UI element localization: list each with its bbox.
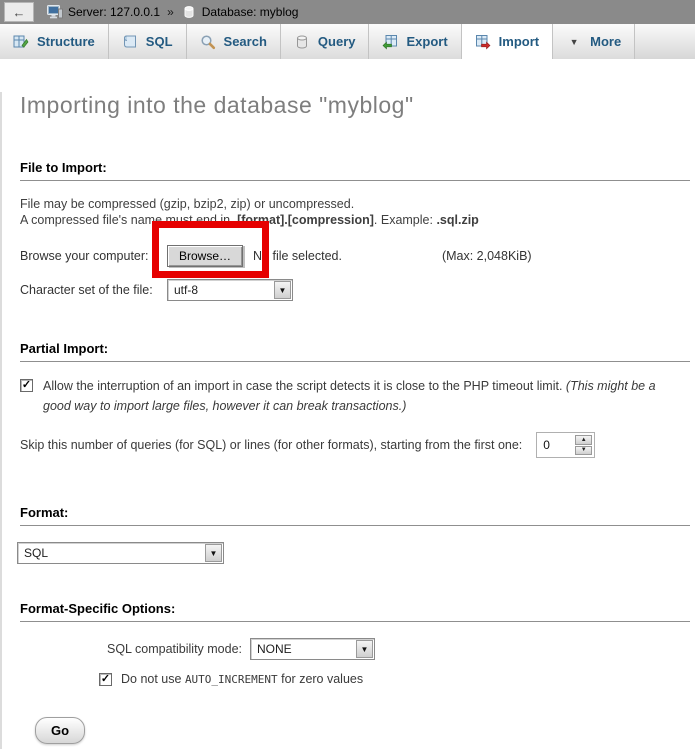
skip-row: Skip this number of queries (for SQL) or… [20, 432, 695, 458]
browse-button[interactable]: Browse… [167, 245, 243, 267]
naming-rule-prefix: A compressed file's name must end in [20, 213, 234, 227]
structure-icon [13, 34, 29, 50]
charset-select[interactable]: utf-8 ▼ [167, 279, 293, 301]
autoinc-text: Do not use AUTO_INCREMENT for zero value… [121, 672, 363, 686]
interrupt-checkbox[interactable]: ✓ [20, 379, 33, 392]
tab-structure[interactable]: Structure [0, 24, 109, 59]
breadcrumb-database-link[interactable]: Database: myblog [202, 5, 299, 19]
tab-import[interactable]: Import [462, 24, 553, 59]
phpmyadmin-import-page: { "breadcrumb": { "back_label": "←", "se… [0, 0, 695, 716]
format-select-value: SQL [18, 546, 204, 560]
tab-sql[interactable]: SQL [109, 24, 187, 59]
charset-select-value: utf-8 [168, 283, 273, 297]
format-row: SQL ▼ [17, 542, 695, 564]
compat-select-arrow-icon[interactable]: ▼ [356, 640, 373, 658]
charset-label: Character set of the file: [20, 283, 167, 297]
tab-structure-label: Structure [37, 34, 95, 49]
tab-sql-label: SQL [146, 34, 173, 49]
database-icon [181, 4, 197, 20]
skip-queries-value[interactable]: 0 [539, 435, 575, 455]
sql-icon [122, 34, 138, 50]
autoinc-prefix: Do not use [121, 672, 185, 686]
max-size-text: (Max: 2,048KiB) [442, 249, 532, 263]
spinner-up-icon[interactable]: ▲ [575, 435, 592, 445]
tab-search[interactable]: Search [187, 24, 281, 59]
section-file-to-import: File to Import: [20, 160, 690, 181]
chevron-down-icon: ▼ [566, 37, 582, 47]
tab-bar: Structure SQL Search Query [0, 24, 695, 59]
section-format: Format: [20, 505, 690, 526]
browse-label: Browse your computer: [20, 249, 167, 263]
page-title: Importing into the database "myblog" [20, 92, 695, 119]
compat-select-value: NONE [251, 642, 355, 656]
interrupt-row: ✓ Allow the interruption of an import in… [20, 376, 685, 416]
browse-row: Browse your computer: Browse… No file se… [20, 245, 695, 267]
naming-rule-mid: . Example: [374, 213, 437, 227]
tab-import-label: Import [499, 34, 539, 49]
import-icon [475, 34, 491, 50]
tab-search-label: Search [224, 34, 267, 49]
skip-spinner: ▲ ▼ [575, 435, 592, 455]
tab-export-label: Export [406, 34, 447, 49]
compat-label: SQL compatibility mode: [107, 642, 242, 656]
autoinc-code: AUTO_INCREMENT [185, 673, 278, 686]
file-import-description: File may be compressed (gzip, bzip2, zip… [20, 196, 695, 228]
back-button[interactable]: ← [4, 2, 34, 22]
section-partial-import: Partial Import: [20, 341, 690, 362]
no-file-selected-text: No file selected. [253, 249, 342, 263]
charset-select-arrow-icon[interactable]: ▼ [274, 281, 291, 299]
server-icon [47, 4, 63, 20]
search-icon [200, 34, 216, 50]
tab-more[interactable]: ▼ More [553, 24, 635, 59]
export-icon [382, 34, 398, 50]
go-button[interactable]: Go [35, 717, 85, 744]
format-select-arrow-icon[interactable]: ▼ [205, 544, 222, 562]
autoinc-row: ✓ Do not use AUTO_INCREMENT for zero val… [99, 672, 695, 686]
tab-more-label: More [590, 34, 621, 49]
naming-rule-format: .[format].[compression] [234, 213, 374, 227]
query-icon [294, 34, 310, 50]
breadcrumb: ← Server: 127.0.0.1 » Database: myblog [0, 0, 695, 24]
breadcrumb-server-link[interactable]: Server: 127.0.0.1 [68, 5, 160, 19]
interrupt-text-main: Allow the interruption of an import in c… [43, 379, 566, 393]
skip-label: Skip this number of queries (for SQL) or… [20, 438, 522, 452]
breadcrumb-separator: » [165, 5, 176, 19]
autoinc-checkbox[interactable]: ✓ [99, 673, 112, 686]
spinner-down-icon[interactable]: ▼ [575, 446, 592, 456]
naming-rule-example: .sql.zip [436, 213, 478, 227]
section-format-specific: Format-Specific Options: [20, 601, 690, 622]
compat-row: SQL compatibility mode: NONE ▼ [107, 638, 695, 660]
interrupt-text: Allow the interruption of an import in c… [43, 376, 685, 416]
autoinc-suffix: for zero values [278, 672, 363, 686]
skip-queries-input[interactable]: 0 ▲ ▼ [536, 432, 595, 458]
compression-info-line1: File may be compressed (gzip, bzip2, zip… [20, 197, 354, 211]
charset-row: Character set of the file: utf-8 ▼ [20, 279, 695, 301]
main-content: Importing into the database "myblog" Fil… [0, 92, 695, 749]
tab-query[interactable]: Query [281, 24, 370, 59]
tab-query-label: Query [318, 34, 356, 49]
tab-export[interactable]: Export [369, 24, 461, 59]
back-arrow-icon: ← [13, 5, 26, 20]
format-select[interactable]: SQL ▼ [17, 542, 224, 564]
compat-select[interactable]: NONE ▼ [250, 638, 375, 660]
